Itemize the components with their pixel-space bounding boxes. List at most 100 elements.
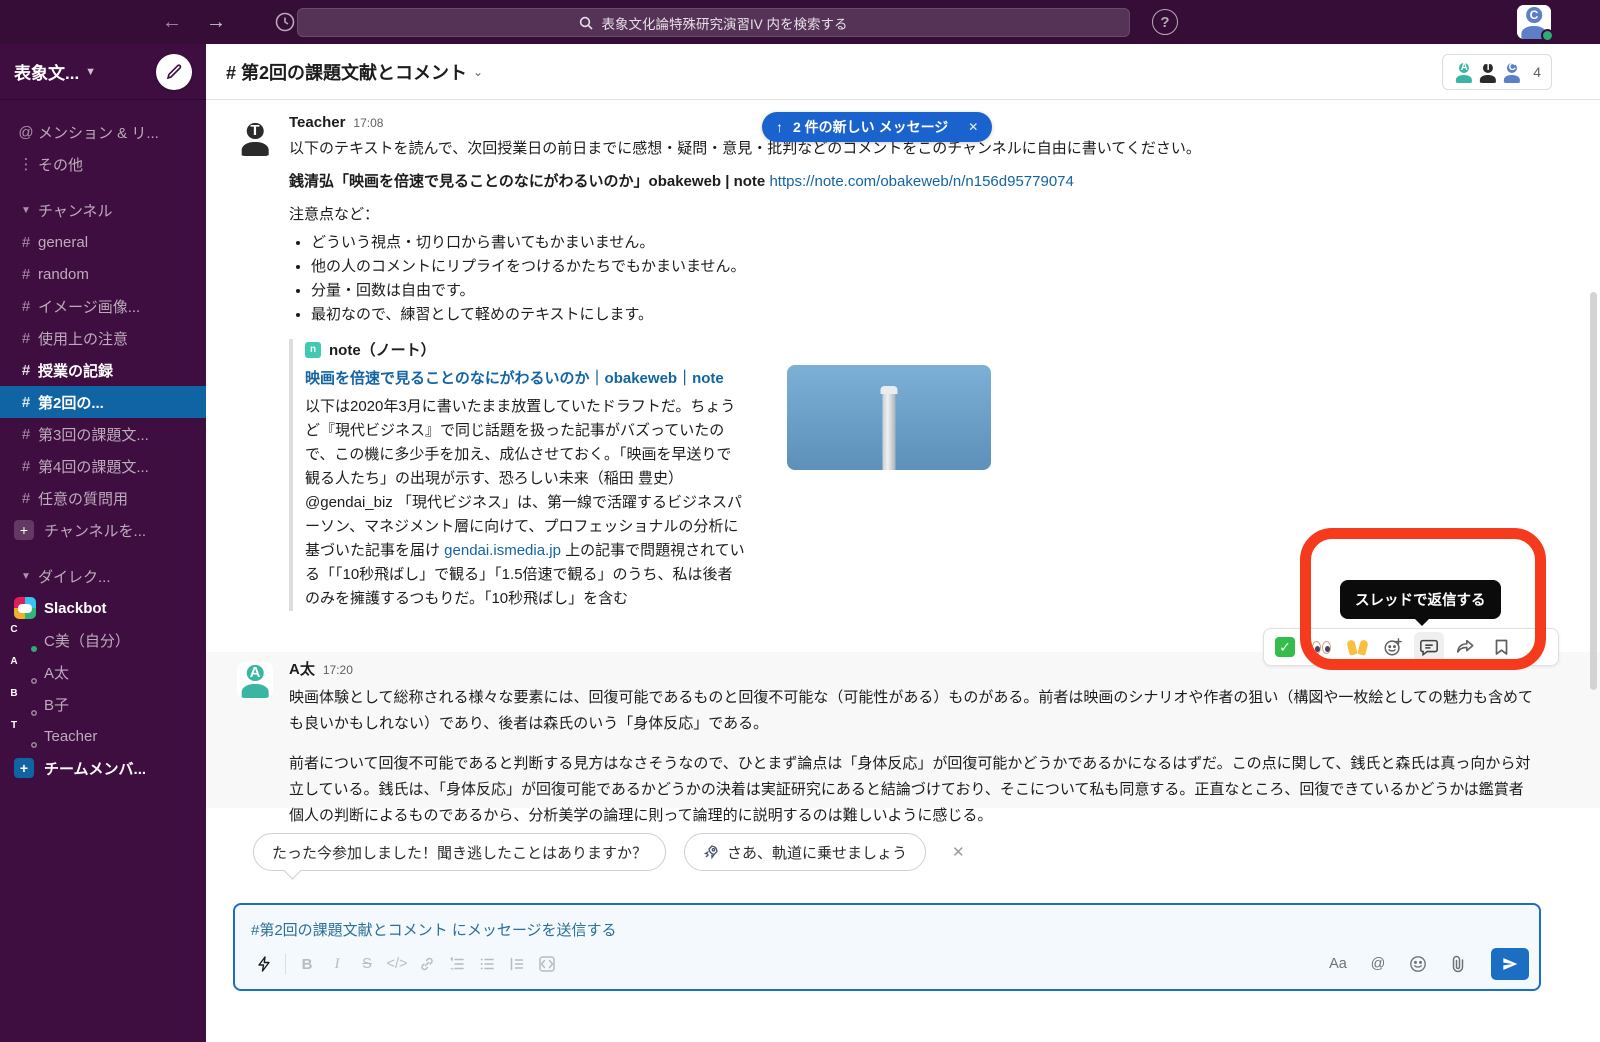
more-actions-button[interactable]: ⋮ xyxy=(1522,632,1552,662)
shortcuts-lightning-button[interactable] xyxy=(249,950,279,978)
message-teacher: T Teacher 17:08 以下のテキストを読んで、次回授業日の前日までに感… xyxy=(206,114,1600,611)
hash-icon: # xyxy=(14,330,38,347)
react-check-mark-button[interactable]: ✓ xyxy=(1270,632,1300,662)
bold-button[interactable]: B xyxy=(292,950,322,978)
sidebar-channel-images[interactable]: #イメージ画像... xyxy=(0,290,206,322)
member-count: 4 xyxy=(1533,64,1541,80)
workspace-name: 表象文... xyxy=(14,59,79,84)
scrollbar-thumb[interactable] xyxy=(1590,292,1597,690)
triangle-down-icon: ▼ xyxy=(14,571,38,582)
channel-title[interactable]: # 第2回の課題文献とコメント xyxy=(226,59,467,85)
hash-icon: # xyxy=(14,394,38,411)
composer-toolbar: B I S </> xyxy=(235,945,1539,989)
user-avatar[interactable]: C xyxy=(1517,5,1551,39)
sidebar-dm-cmi[interactable]: C C美（自分） xyxy=(0,624,206,656)
workspace-switcher[interactable]: 表象文... ▼ xyxy=(0,44,206,100)
react-raised-hands-button[interactable] xyxy=(1342,632,1372,662)
ordered-list-button[interactable] xyxy=(442,950,472,978)
plus-icon: + xyxy=(14,520,34,540)
sidebar-invite-members[interactable]: + チームメンバ... xyxy=(0,752,206,784)
close-icon[interactable]: ✕ xyxy=(968,120,978,134)
thread-reply-tooltip: スレッドで返信する xyxy=(1340,580,1501,619)
sidebar-channel-session3[interactable]: #第3回の課題文... xyxy=(0,418,206,450)
suggestion-chip-just-joined[interactable]: たった今参加しました！聞き逃したことはありますか？ xyxy=(253,833,666,871)
sidebar-item-mentions[interactable]: @ メンション & リ... xyxy=(0,116,206,148)
avatar[interactable]: T xyxy=(237,120,273,156)
channels-section-header[interactable]: ▼ チャンネル xyxy=(0,194,206,226)
link-button[interactable] xyxy=(412,950,442,978)
sidebar-channel-random[interactable]: #random xyxy=(0,258,206,290)
search-input[interactable]: 表象文化論特殊研究演習IV 内を検索する xyxy=(297,8,1130,37)
avatar[interactable]: A xyxy=(237,662,273,698)
code-block-button[interactable] xyxy=(532,950,562,978)
emoji-picker-button[interactable] xyxy=(1403,950,1433,978)
avatar: T xyxy=(1477,61,1499,83)
card-title-link[interactable]: 映画を倍速で見ることのなにがわるいのか｜obakeweb｜note xyxy=(305,366,745,391)
message-timestamp[interactable]: 17:20 xyxy=(323,663,353,677)
sidebar-channel-usage-notes[interactable]: #使用上の注意 xyxy=(0,322,206,354)
bullet-list: どういう視点・切り口から書いてもかまいません。 他の人のコメントにリプライをつけ… xyxy=(311,231,1560,327)
help-button[interactable]: ? xyxy=(1152,9,1178,35)
search-icon xyxy=(579,16,593,30)
note-url-link[interactable]: https://note.com/obakeweb/n/n156d9577907… xyxy=(769,173,1073,190)
compose-button[interactable] xyxy=(156,54,192,90)
dm-section-header[interactable]: ▼ ダイレク... xyxy=(0,560,206,592)
message-timestamp[interactable]: 17:08 xyxy=(353,116,383,130)
avatar: B xyxy=(14,693,36,715)
chevron-down-icon: ⌄ xyxy=(473,65,483,79)
message-text: 映画体験として総称される様々な要素には、回復可能であるものと回復不可能な（可能性… xyxy=(289,685,1536,737)
composer-input[interactable]: #第2回の課題文献とコメント にメッセージを送信する xyxy=(235,905,1539,940)
add-reaction-button[interactable] xyxy=(1378,632,1408,662)
text-format-toggle[interactable]: Aa xyxy=(1323,950,1353,978)
save-bookmark-button[interactable] xyxy=(1486,632,1516,662)
eyes-emoji-icon xyxy=(1312,641,1331,654)
react-eyes-button[interactable] xyxy=(1306,632,1336,662)
new-messages-pill[interactable]: ↑ 2 件の新しい メッセージ ✕ xyxy=(762,112,992,142)
history-clock-icon[interactable] xyxy=(274,11,296,33)
sidebar-channel-class-records[interactable]: #授業の記録 xyxy=(0,354,206,386)
gendai-link[interactable]: gendai.ismedia.jp xyxy=(444,542,561,559)
arrow-up-icon: ↑ xyxy=(776,119,783,135)
suggestion-chip-get-on-track[interactable]: さあ、軌道に乗せましょう xyxy=(684,833,926,871)
sidebar-item-more[interactable]: ⋮ その他 xyxy=(0,148,206,180)
sidebar-channel-session4[interactable]: #第4回の課題文... xyxy=(0,450,206,482)
notes-label: 注意点など： xyxy=(289,203,1560,227)
message-composer[interactable]: #第2回の課題文献とコメント にメッセージを送信する B I S </> xyxy=(233,903,1541,991)
blockquote-button[interactable] xyxy=(502,950,532,978)
mention-button[interactable]: @ xyxy=(1363,950,1393,978)
sidebar-dm-teacher[interactable]: T Teacher xyxy=(0,720,206,752)
reference-bold-text: 銭清弘「映画を倍速で見ることのなにがわるいのか」obakeweb | note xyxy=(289,173,765,190)
member-stack-button[interactable]: A T C 4 xyxy=(1442,54,1552,90)
share-message-button[interactable] xyxy=(1450,632,1480,662)
bulleted-list-button[interactable] xyxy=(472,950,502,978)
avatar: C xyxy=(1501,61,1523,83)
code-button[interactable]: </> xyxy=(382,950,412,978)
message-author[interactable]: Teacher xyxy=(289,114,345,131)
sidebar-dm-slackbot[interactable]: Slackbot xyxy=(0,592,206,624)
italic-button[interactable]: I xyxy=(322,950,352,978)
sidebar-channel-general[interactable]: #general xyxy=(0,226,206,258)
card-thumbnail-image[interactable] xyxy=(787,365,991,470)
add-reaction-icon xyxy=(1383,637,1403,657)
history-back-button[interactable]: ← xyxy=(162,12,182,32)
strikethrough-button[interactable]: S xyxy=(352,950,382,978)
sidebar: 表象文... ▼ @ メンション & リ... ⋮ その他 ▼ チャンネル #g… xyxy=(0,44,206,1042)
sidebar-dm-bko[interactable]: B B子 xyxy=(0,688,206,720)
message-author[interactable]: A太 xyxy=(289,658,315,679)
close-icon[interactable]: ✕ xyxy=(952,843,965,861)
avatar: T xyxy=(14,725,36,747)
sidebar-channel-questions[interactable]: #任意の質問用 xyxy=(0,482,206,514)
hash-icon: # xyxy=(14,234,38,251)
note-service-icon: n xyxy=(305,342,321,358)
chip-tail xyxy=(283,861,301,879)
sidebar-channel-session2-active[interactable]: #第2回の... xyxy=(0,386,206,418)
sidebar-dm-atai[interactable]: A A太 xyxy=(0,656,206,688)
send-button[interactable] xyxy=(1491,948,1529,980)
reply-in-thread-button[interactable] xyxy=(1414,632,1444,662)
message-text: 前者について回復不可能であると判断する見方はなさそうなので、ひとまず論点は「身体… xyxy=(289,751,1536,829)
history-forward-button[interactable]: → xyxy=(206,12,226,32)
slack-app: ← → 表象文化論特殊研究演習IV 内を検索する ? C 表象文... ▼ xyxy=(0,0,1600,1042)
sidebar-add-channel[interactable]: +チャンネルを... xyxy=(0,514,206,546)
attach-file-button[interactable] xyxy=(1443,950,1473,978)
message-list: ↑ 2 件の新しい メッセージ ✕ T Teacher 17:08 以下のテキス… xyxy=(206,100,1600,1042)
